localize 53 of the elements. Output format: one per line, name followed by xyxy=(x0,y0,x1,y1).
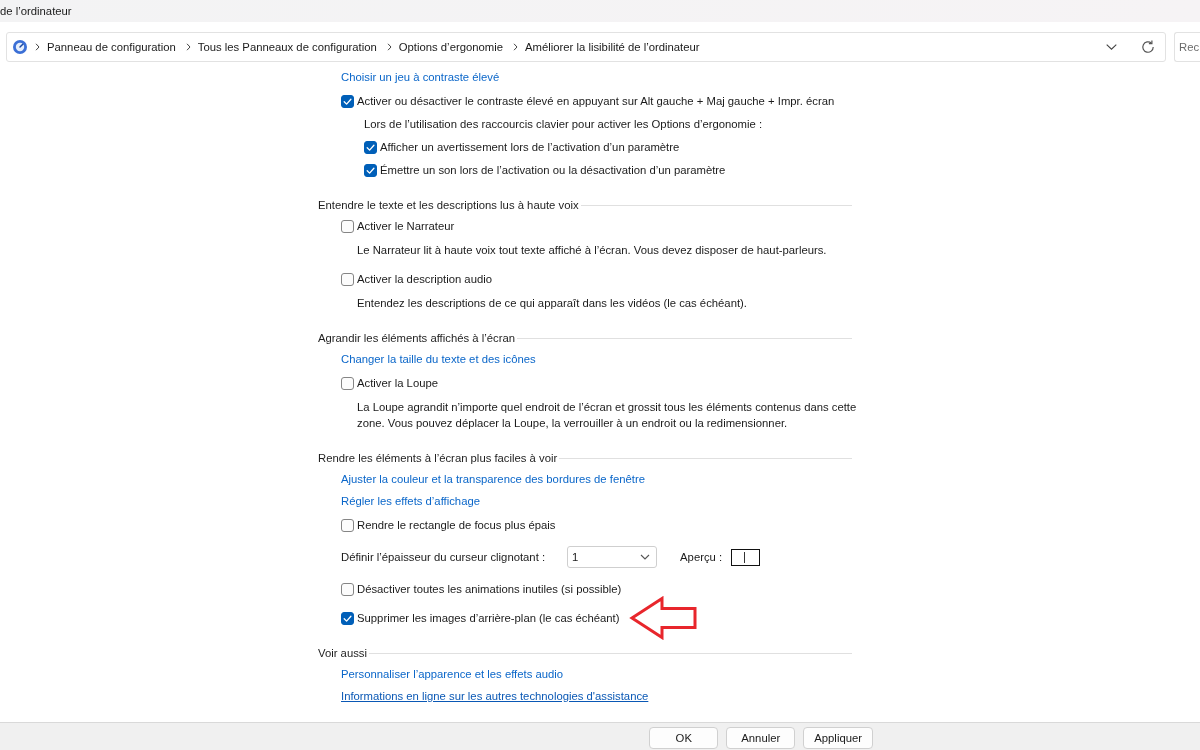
dialog-button[interactable]: OK xyxy=(649,727,719,749)
checkbox-label: Désactiver toutes les animations inutiles (si possible) xyxy=(357,582,622,597)
checkbox[interactable] xyxy=(341,611,354,625)
checkbox-label: Activer la description audio xyxy=(357,272,492,287)
breadcrumb-item[interactable]: Options d’ergonomie xyxy=(398,41,503,53)
chevron-right-icon xyxy=(513,43,518,51)
checkbox[interactable] xyxy=(341,219,354,233)
breadcrumb-item[interactable]: Tous les Panneaux de configuration xyxy=(197,41,377,53)
settings-link[interactable]: Régler les effets d’affichage xyxy=(341,495,480,507)
checkbox-label: Supprimer les images d’arrière-plan (le cas échéant) xyxy=(357,611,620,626)
section-heading: Voir aussi xyxy=(318,646,367,661)
chevron-right-icon xyxy=(35,43,40,51)
dialog-button[interactable]: Appliquer xyxy=(803,727,873,749)
checkbox-label: Activer ou désactiver le contraste élevé en appuyant sur Alt gauche + Maj gauche + Impr. écran xyxy=(357,94,835,109)
checkbox-label: Rendre le rectangle de focus plus épais xyxy=(357,518,556,533)
option-description: Le Narrateur lit à haute voix tout texte affiché à l’écran. Vous devez disposer de haut-parleurs. xyxy=(357,243,828,258)
section-heading: Rendre les éléments à l’écran plus faciles à voir xyxy=(318,451,558,466)
chevron-down-icon xyxy=(640,554,651,560)
checkbox-label: Afficher un avertissement lors de l’activation d’un paramètre xyxy=(380,140,680,155)
settings-link[interactable]: Personnaliser l’apparence et les effets audio xyxy=(341,668,564,680)
section-heading: Agrandir les éléments affichés à l’écran xyxy=(318,331,515,346)
checkbox[interactable] xyxy=(364,140,377,154)
settings-link[interactable]: Ajuster la couleur et la transparence des bordures de fenêtre xyxy=(341,473,645,485)
settings-link[interactable]: Informations en ligne sur les autres technologies d'assistance xyxy=(341,690,649,702)
checkbox[interactable] xyxy=(341,94,354,108)
select-label: Définir l’épaisseur du curseur clignotant : xyxy=(341,550,546,565)
checkbox[interactable] xyxy=(341,582,354,596)
checkbox[interactable] xyxy=(341,376,354,390)
dial-icon xyxy=(13,40,27,54)
option-description: Entendez les descriptions de ce qui apparaît dans les vidéos (le cas échéant). xyxy=(357,296,748,311)
window-title: de l’ordinateur xyxy=(0,5,72,17)
preview-label: Aperçu : xyxy=(680,550,723,565)
chevron-right-icon xyxy=(386,43,392,51)
section-heading: Entendre le texte et les descriptions lus à haute voix xyxy=(318,198,579,213)
checkbox-label: Activer le Narrateur xyxy=(357,219,455,234)
checkbox[interactable] xyxy=(341,272,354,286)
checkbox-label: Émettre un son lors de l’activation ou la désactivation d’un paramètre xyxy=(380,163,726,178)
search-field[interactable]: Rec xyxy=(1174,32,1200,62)
chevron-down-icon[interactable] xyxy=(1106,44,1117,50)
breadcrumb-item[interactable]: Panneau de configuration xyxy=(47,41,176,53)
cursor-preview-icon xyxy=(731,548,761,566)
checkbox[interactable] xyxy=(364,163,377,177)
breadcrumb-item[interactable]: Améliorer la lisibilité de l’ordinateur xyxy=(525,41,700,53)
refresh-icon[interactable] xyxy=(1141,40,1155,54)
cursor-thickness-select[interactable]: 1 xyxy=(567,546,658,568)
checkbox[interactable] xyxy=(341,518,354,532)
checkbox-label: Activer la Loupe xyxy=(357,376,438,391)
settings-link[interactable]: Changer la taille du texte et des icônes xyxy=(341,353,536,365)
dialog-button[interactable]: Annuler xyxy=(726,727,796,749)
option-description: La Loupe agrandit n’importe quel endroit de l’écran et grossit tous les éléments contenus dans cette zone. Vous pouvez déplacer la Loupe, la verrouiller à un endroit ou la redimensionner. xyxy=(357,400,858,431)
chevron-right-icon xyxy=(185,43,191,51)
settings-link[interactable]: Choisir un jeu à contraste élevé xyxy=(341,71,500,83)
instruction-text: Lors de l’utilisation des raccourcis clavier pour activer les Options d’ergonomie : xyxy=(364,117,764,132)
